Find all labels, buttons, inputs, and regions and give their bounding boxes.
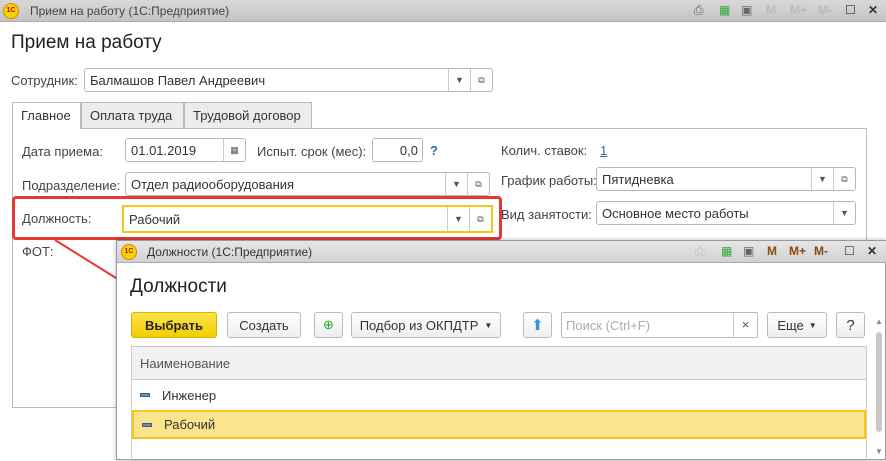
positions-table: Наименование Инженер Рабочий (131, 346, 867, 461)
scrollbar[interactable]: ▲ ▼ (873, 317, 885, 461)
add-document-icon: ⊕ (323, 317, 334, 332)
calendar-icon[interactable]: ▣ (743, 244, 754, 258)
memory-plus-button[interactable]: M+ (789, 244, 806, 258)
memory-m-button[interactable]: M (767, 244, 777, 258)
create-button[interactable]: Создать (227, 312, 301, 338)
chevron-down-icon: ▼ (484, 320, 493, 330)
row-name: Рабочий (164, 417, 216, 432)
positions-popup: 1С Должности (1С:Предприятие) ⎙ ▦ ▣ M M+… (116, 240, 886, 461)
calculator-icon[interactable]: ▦ (721, 244, 732, 258)
table-row-selected[interactable]: Рабочий (132, 410, 866, 439)
okpdtr-button[interactable]: Подбор из ОКПДТР ▼ (351, 312, 501, 338)
more-button[interactable]: Еще ▼ (767, 312, 827, 338)
table-row[interactable]: Инженер (132, 380, 866, 410)
search-input[interactable]: Поиск (Ctrl+F) × (561, 312, 758, 338)
close-icon[interactable]: ✕ (867, 244, 877, 258)
column-header-name[interactable]: Наименование (132, 347, 866, 380)
item-icon (140, 393, 150, 397)
arrow-up-icon: ⬆ (531, 317, 544, 334)
item-icon (142, 422, 152, 427)
popup-title: Должности (1С:Предприятие) (147, 245, 313, 259)
copy-create-button[interactable]: ⊕ (314, 312, 343, 338)
level-up-button[interactable]: ⬆ (523, 312, 552, 338)
print-icon[interactable]: ⎙ (695, 244, 705, 259)
more-label: Еще (777, 317, 804, 333)
search-placeholder: Поиск (Ctrl+F) (566, 318, 651, 333)
scroll-up-icon[interactable]: ▲ (875, 317, 883, 326)
select-button[interactable]: Выбрать (131, 312, 217, 338)
row-name: Инженер (162, 387, 217, 403)
memory-minus-button[interactable]: M- (814, 244, 828, 258)
okpdtr-label: Подбор из ОКПДТР (359, 317, 479, 333)
clear-search-button[interactable]: × (733, 313, 757, 337)
scroll-down-icon[interactable]: ▼ (875, 447, 883, 456)
chevron-down-icon: ▼ (808, 320, 817, 330)
popup-titlebar: 1С Должности (1С:Предприятие) ⎙ ▦ ▣ M M+… (117, 241, 886, 263)
scrollbar-thumb[interactable] (876, 332, 882, 432)
maximize-icon[interactable]: ☐ (844, 244, 855, 258)
popup-heading: Должности (130, 276, 227, 297)
1c-logo-icon: 1С (121, 244, 137, 260)
help-button[interactable]: ? (836, 312, 865, 338)
